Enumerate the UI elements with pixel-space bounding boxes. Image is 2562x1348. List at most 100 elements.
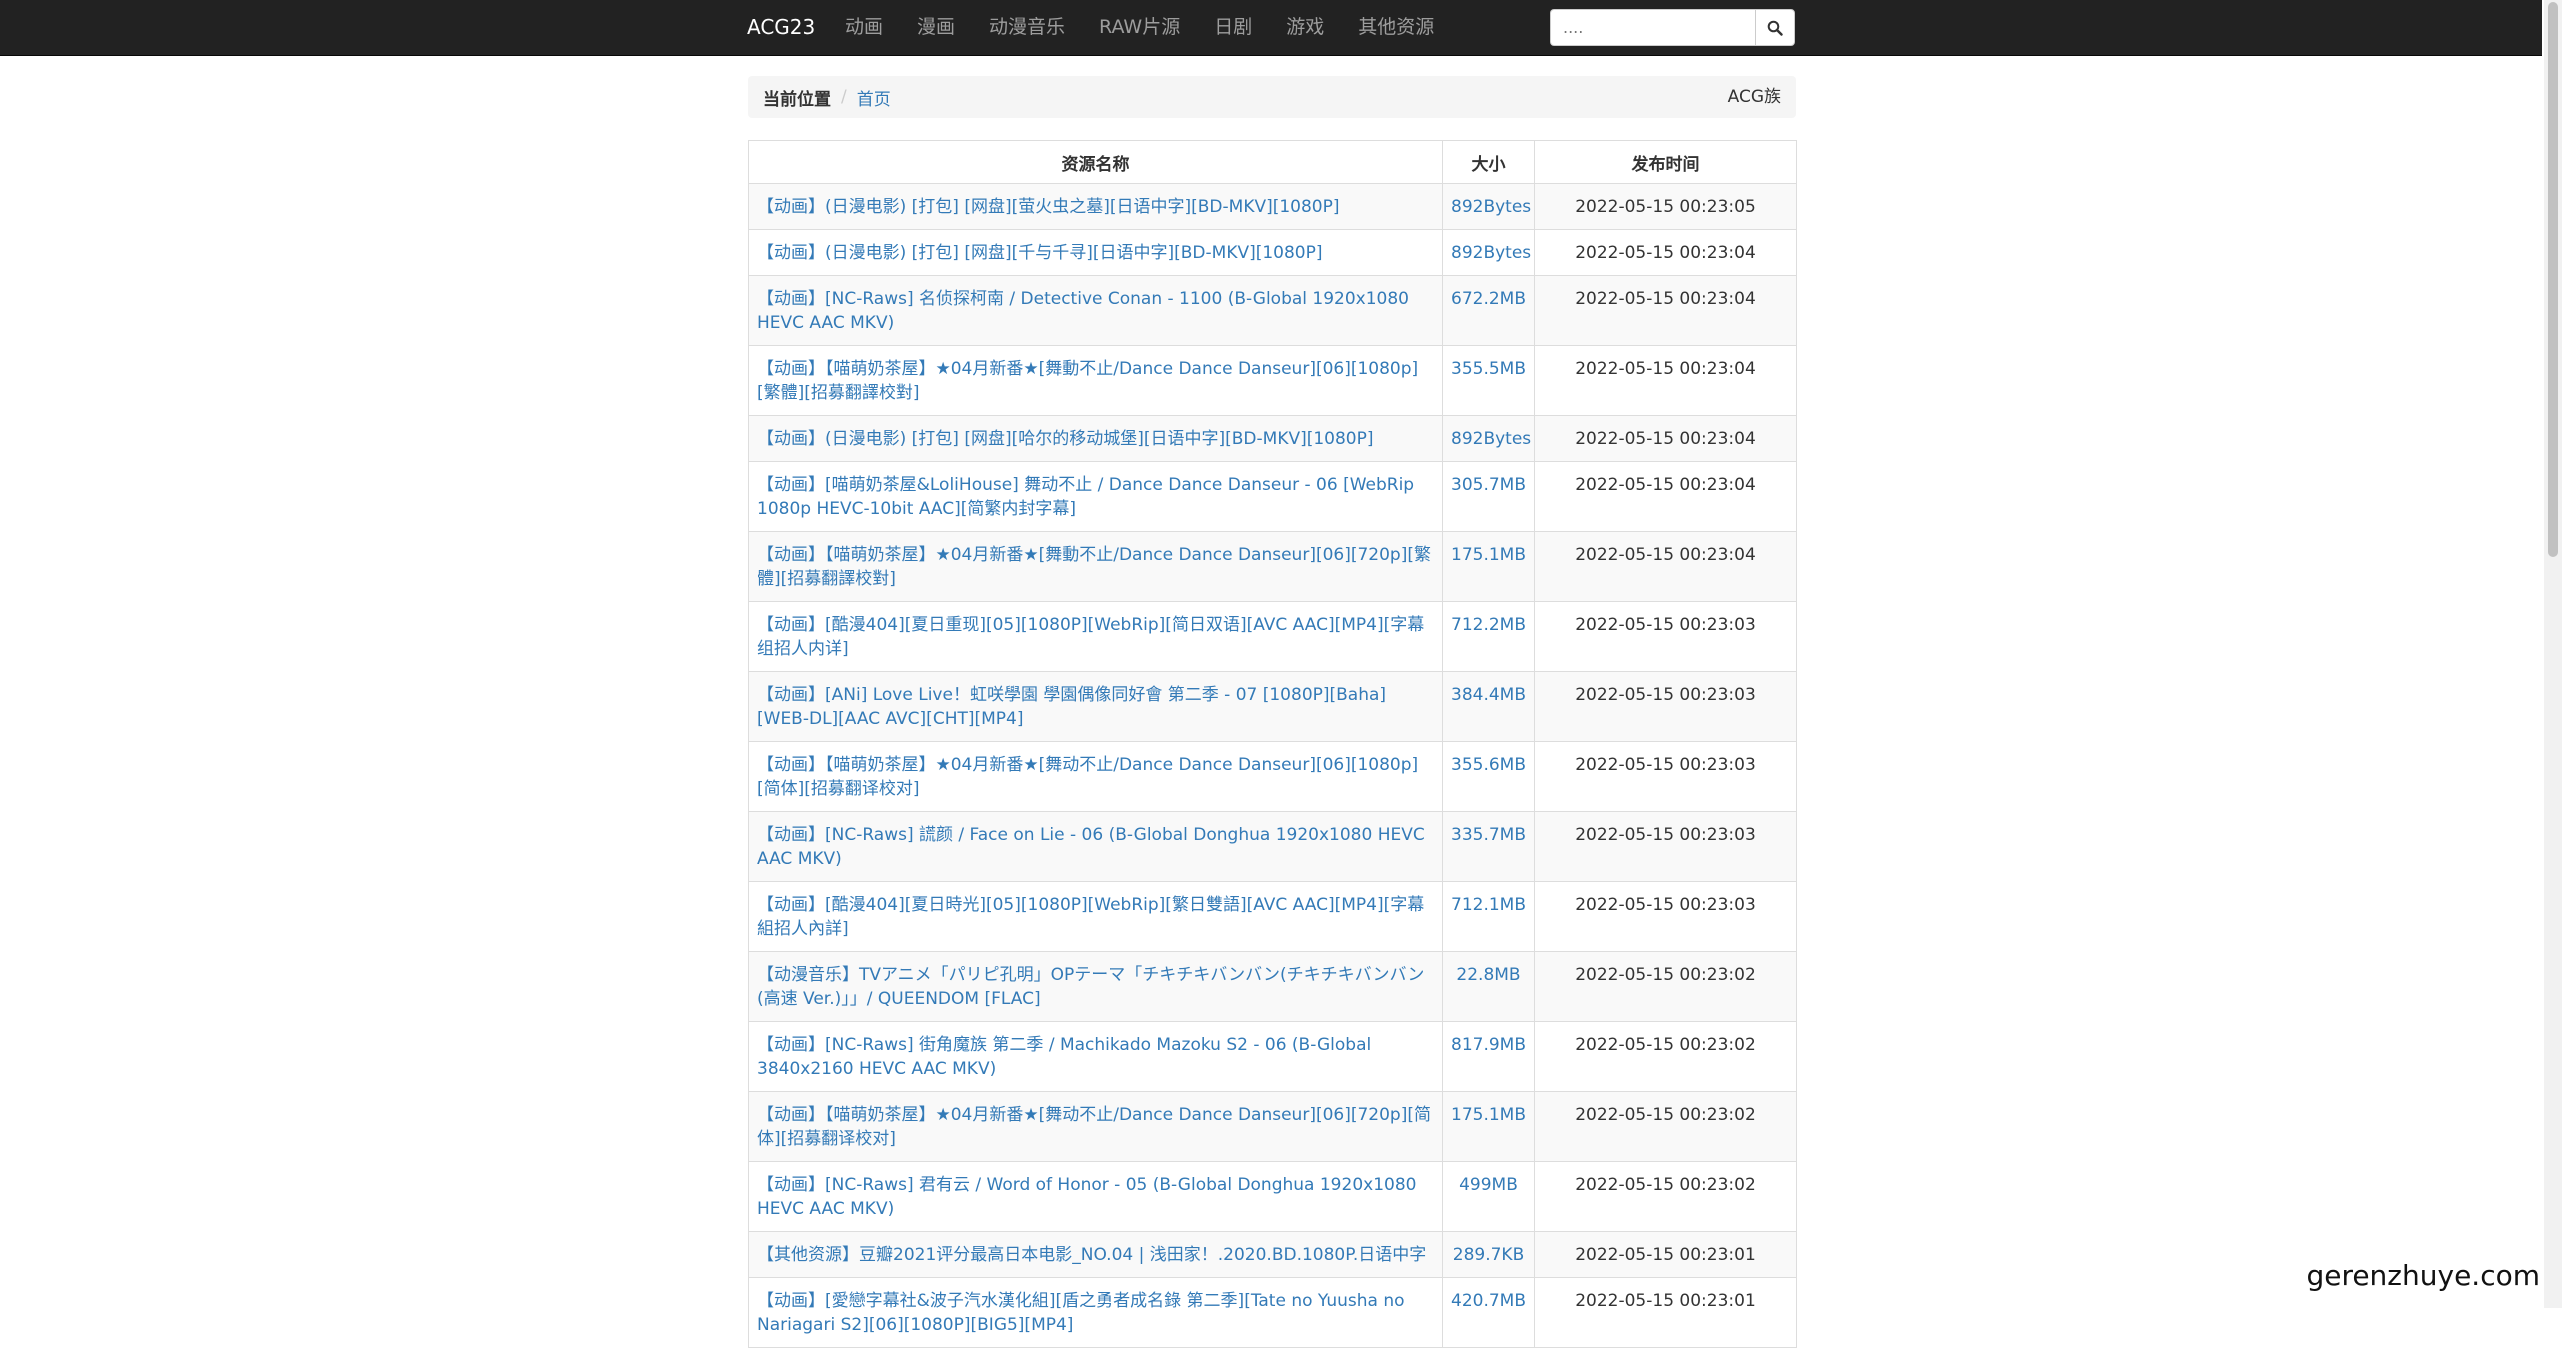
page-scrollbar[interactable] [2544, 0, 2562, 1308]
cell-size: 499MB [1442, 1161, 1535, 1232]
column-header-name: 资源名称 [748, 140, 1443, 184]
resource-size-link[interactable]: 355.5MB [1451, 359, 1526, 379]
resource-name-link[interactable]: 【动画】[NC-Raws] 君有云 / Word of Honor - 05 (… [757, 1175, 1416, 1219]
cell-name: 【动画】[NC-Raws] 街角魔族 第二季 / Machikado Mazok… [748, 1021, 1443, 1092]
resource-name-link[interactable]: 【动漫音乐】TVアニメ「パリピ孔明」OPテーマ「チキチキバンバン(チキチキバンバ… [757, 965, 1424, 1009]
table-row: 【动画】(日漫电影) [打包] [网盘][萤火虫之墓][日语中字][BD-MKV… [748, 183, 1797, 230]
search-input[interactable] [1550, 9, 1755, 46]
table-row: 【动画】[ANi] Love Live！虹咲學園 學園偶像同好會 第二季 - 0… [748, 671, 1797, 742]
resource-name-link[interactable]: 【动画】【喵萌奶茶屋】★04月新番★[舞动不止/Dance Dance Dans… [757, 1105, 1431, 1149]
cell-time: 2022-05-15 00:23:04 [1534, 275, 1797, 346]
search-button[interactable] [1755, 9, 1795, 46]
cell-time: 2022-05-15 00:23:01 [1534, 1277, 1797, 1348]
resource-name-link[interactable]: 【动画】【喵萌奶茶屋】★04月新番★[舞動不止/Dance Dance Dans… [757, 545, 1431, 589]
resource-name-link[interactable]: 【动画】[愛戀字幕社&波子汽水漢化組][盾之勇者成名錄 第二季][Tate no… [757, 1291, 1405, 1335]
resource-name-link[interactable]: 【动画】[喵萌奶茶屋&LoliHouse] 舞动不止 / Dance Dance… [757, 475, 1414, 519]
cell-size: 892Bytes [1442, 183, 1535, 230]
breadcrumb-home-link[interactable]: 首页 [857, 85, 891, 110]
cell-name: 【动画】[酷漫404][夏日時光][05][1080P][WebRip][繁日雙… [748, 881, 1443, 952]
main-content: 当前位置 / 首页 ACG族 资源名称 大小 发布时间 【动画】(日漫电影) [… [748, 76, 1797, 1348]
resource-size-link[interactable]: 305.7MB [1451, 475, 1526, 495]
cell-name: 【动画】【喵萌奶茶屋】★04月新番★[舞動不止/Dance Dance Dans… [748, 531, 1443, 602]
resource-name-link[interactable]: 【动画】(日漫电影) [打包] [网盘][萤火虫之墓][日语中字][BD-MKV… [757, 197, 1340, 217]
resource-name-link[interactable]: 【动画】[酷漫404][夏日重现][05][1080P][WebRip][简日双… [757, 615, 1424, 659]
resource-name-link[interactable]: 【动画】(日漫电影) [打包] [网盘][千与千寻][日语中字][BD-MKV]… [757, 243, 1323, 263]
resource-size-link[interactable]: 355.6MB [1451, 755, 1526, 775]
resource-size-link[interactable]: 384.4MB [1451, 685, 1526, 705]
cell-size: 384.4MB [1442, 671, 1535, 742]
cell-time: 2022-05-15 00:23:05 [1534, 183, 1797, 230]
resource-time: 2022-05-15 00:23:02 [1575, 1105, 1756, 1125]
resource-time: 2022-05-15 00:23:03 [1575, 825, 1756, 845]
resource-size-link[interactable]: 175.1MB [1451, 1105, 1526, 1125]
nav-item-music[interactable]: 动漫音乐 [972, 0, 1082, 55]
resource-size-link[interactable]: 335.7MB [1451, 825, 1526, 845]
resource-name-link[interactable]: 【动画】【喵萌奶茶屋】★04月新番★[舞動不止/Dance Dance Dans… [757, 359, 1418, 403]
cell-name: 【动画】【喵萌奶茶屋】★04月新番★[舞動不止/Dance Dance Dans… [748, 345, 1443, 416]
resource-size-link[interactable]: 892Bytes [1451, 243, 1531, 263]
resource-size-link[interactable]: 892Bytes [1451, 197, 1531, 217]
resource-size-link[interactable]: 817.9MB [1451, 1035, 1526, 1055]
resource-name-link[interactable]: 【动画】[ANi] Love Live！虹咲學園 學園偶像同好會 第二季 - 0… [757, 685, 1386, 729]
resource-size-link[interactable]: 22.8MB [1456, 965, 1520, 985]
nav-item-other[interactable]: 其他资源 [1341, 0, 1451, 55]
resource-name-link[interactable]: 【动画】(日漫电影) [打包] [网盘][哈尔的移动城堡][日语中字][BD-M… [757, 429, 1374, 449]
cell-size: 305.7MB [1442, 461, 1535, 532]
cell-time: 2022-05-15 00:23:02 [1534, 951, 1797, 1022]
watermark: gerenzhuye.com [2306, 1259, 2540, 1292]
resource-size-link[interactable]: 672.2MB [1451, 289, 1526, 309]
resource-name-link[interactable]: 【动画】[NC-Raws] 名侦探柯南 / Detective Conan - … [757, 289, 1409, 333]
cell-time: 2022-05-15 00:23:04 [1534, 415, 1797, 462]
nav-item-manga[interactable]: 漫画 [900, 0, 972, 55]
resource-name-link[interactable]: 【动画】[NC-Raws] 街角魔族 第二季 / Machikado Mazok… [757, 1035, 1371, 1079]
cell-time: 2022-05-15 00:23:02 [1534, 1161, 1797, 1232]
resource-time: 2022-05-15 00:23:01 [1575, 1291, 1756, 1311]
table-row: 【动画】【喵萌奶茶屋】★04月新番★[舞动不止/Dance Dance Dans… [748, 1091, 1797, 1162]
cell-size: 22.8MB [1442, 951, 1535, 1022]
resource-time: 2022-05-15 00:23:05 [1575, 197, 1756, 217]
cell-time: 2022-05-15 00:23:01 [1534, 1231, 1797, 1278]
table-row: 【动画】[喵萌奶茶屋&LoliHouse] 舞动不止 / Dance Dance… [748, 461, 1797, 532]
resource-name-link[interactable]: 【动画】【喵萌奶茶屋】★04月新番★[舞动不止/Dance Dance Dans… [757, 755, 1418, 799]
resource-time: 2022-05-15 00:23:04 [1575, 545, 1756, 565]
resource-size-link[interactable]: 892Bytes [1451, 429, 1531, 449]
nav-item-games[interactable]: 游戏 [1269, 0, 1341, 55]
resource-time: 2022-05-15 00:23:04 [1575, 289, 1756, 309]
resource-time: 2022-05-15 00:23:03 [1575, 755, 1756, 775]
cell-size: 892Bytes [1442, 415, 1535, 462]
resource-size-link[interactable]: 499MB [1459, 1175, 1518, 1195]
resource-size-link[interactable]: 712.1MB [1451, 895, 1526, 915]
nav-item-drama[interactable]: 日剧 [1197, 0, 1269, 55]
cell-time: 2022-05-15 00:23:03 [1534, 741, 1797, 812]
resource-size-link[interactable]: 289.7KB [1453, 1245, 1524, 1265]
table-row: 【动画】【喵萌奶茶屋】★04月新番★[舞動不止/Dance Dance Dans… [748, 345, 1797, 416]
nav-item-raw[interactable]: RAW片源 [1082, 0, 1197, 55]
cell-size: 335.7MB [1442, 811, 1535, 882]
breadcrumb-separator: / [841, 87, 847, 107]
cell-name: 【动画】(日漫电影) [打包] [网盘][萤火虫之墓][日语中字][BD-MKV… [748, 183, 1443, 230]
brand-logo[interactable]: ACG23 [747, 0, 815, 55]
resource-size-link[interactable]: 712.2MB [1451, 615, 1526, 635]
cell-name: 【动画】[喵萌奶茶屋&LoliHouse] 舞动不止 / Dance Dance… [748, 461, 1443, 532]
resource-time: 2022-05-15 00:23:04 [1575, 475, 1756, 495]
table-row: 【动画】[愛戀字幕社&波子汽水漢化組][盾之勇者成名錄 第二季][Tate no… [748, 1277, 1797, 1348]
resource-size-link[interactable]: 175.1MB [1451, 545, 1526, 565]
column-header-size: 大小 [1442, 140, 1535, 184]
resource-time: 2022-05-15 00:23:03 [1575, 615, 1756, 635]
cell-name: 【其他资源】豆瓣2021评分最高日本电影_NO.04 | 浅田家！.2020.B… [748, 1231, 1443, 1278]
cell-size: 712.2MB [1442, 601, 1535, 672]
table-row: 【动画】【喵萌奶茶屋】★04月新番★[舞動不止/Dance Dance Dans… [748, 531, 1797, 602]
breadcrumb-site-name: ACG族 [1727, 87, 1781, 107]
scrollbar-thumb[interactable] [2548, 2, 2558, 557]
cell-name: 【动画】【喵萌奶茶屋】★04月新番★[舞动不止/Dance Dance Dans… [748, 741, 1443, 812]
cell-size: 892Bytes [1442, 229, 1535, 276]
resource-time: 2022-05-15 00:23:02 [1575, 1175, 1756, 1195]
resource-name-link[interactable]: 【动画】[酷漫404][夏日時光][05][1080P][WebRip][繁日雙… [757, 895, 1424, 939]
resource-name-link[interactable]: 【其他资源】豆瓣2021评分最高日本电影_NO.04 | 浅田家！.2020.B… [757, 1245, 1426, 1265]
resource-size-link[interactable]: 420.7MB [1451, 1291, 1526, 1311]
nav-item-anime[interactable]: 动画 [828, 0, 900, 55]
resource-time: 2022-05-15 00:23:02 [1575, 1035, 1756, 1055]
table-row: 【动画】[NC-Raws] 名侦探柯南 / Detective Conan - … [748, 275, 1797, 346]
resource-name-link[interactable]: 【动画】[NC-Raws] 謊颜 / Face on Lie - 06 (B-G… [757, 825, 1425, 869]
cell-size: 672.2MB [1442, 275, 1535, 346]
